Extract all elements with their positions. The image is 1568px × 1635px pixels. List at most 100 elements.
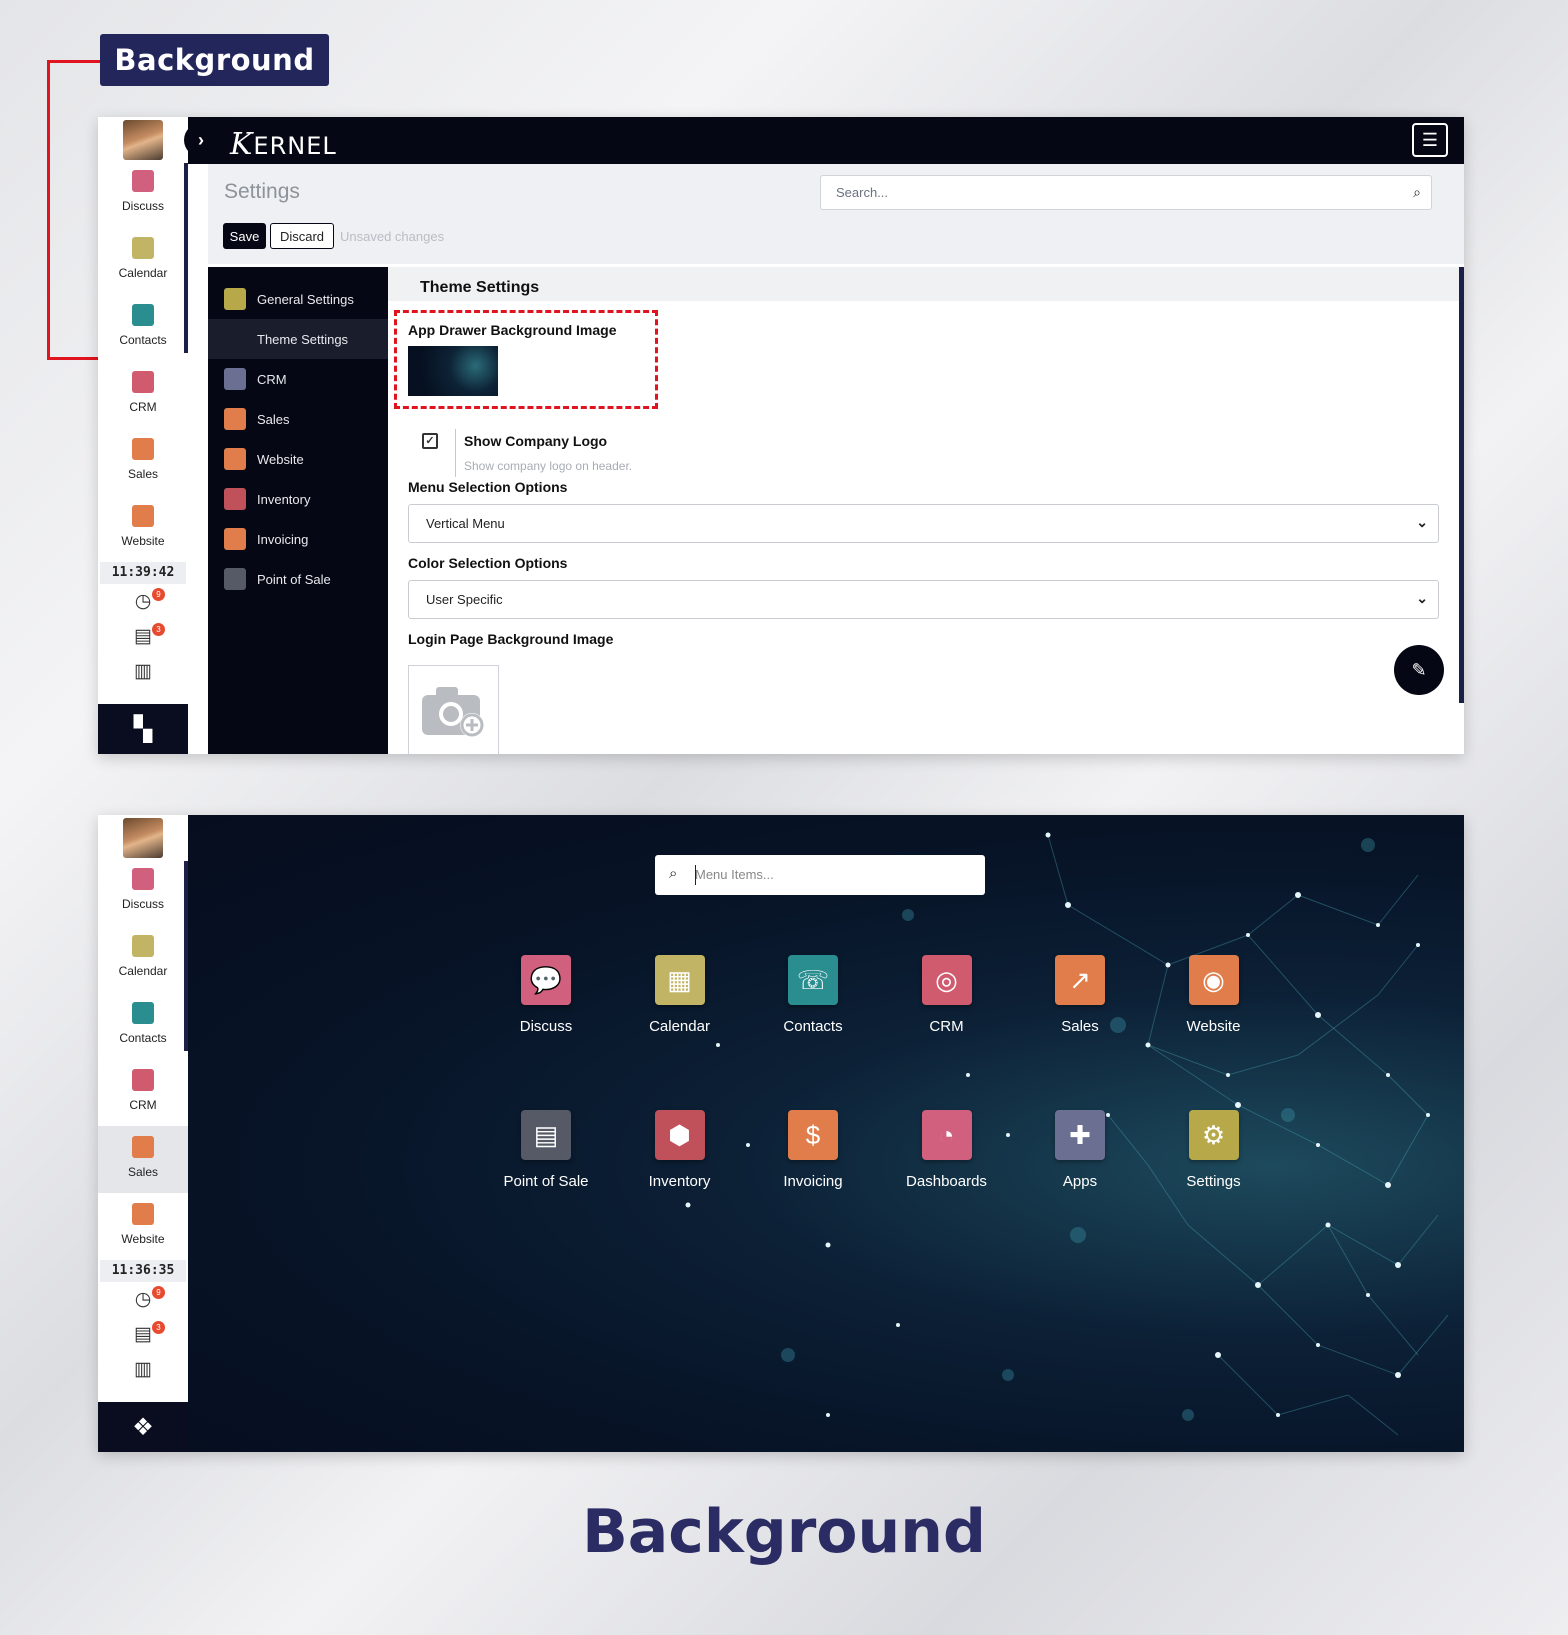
invoicing-icon [224,528,246,550]
discard-button[interactable]: Discard [270,223,334,249]
sidebar-item-website[interactable]: Website [98,1193,188,1260]
contacts-icon: ☏ [788,955,838,1005]
sidebar-item-contacts[interactable]: Contacts [98,992,188,1059]
company-switcher-button[interactable]: ▥ [98,1352,188,1387]
settings-nav-theme-settings[interactable]: Theme Settings [208,319,388,359]
settings-nav-sales[interactable]: Sales [208,399,388,439]
show-logo-checkbox[interactable]: ✓ [422,433,438,449]
app-drawer-button[interactable]: ❖ [98,1402,188,1452]
app-tile-crm[interactable]: ◎ CRM [882,955,1012,1035]
settings-nav-invoicing[interactable]: Invoicing [208,519,388,559]
app-tile-website[interactable]: ◉ Website [1149,955,1279,1035]
sidebar-item-label: Sales [127,1165,159,1179]
crm-icon: ◎ [921,955,972,1005]
sidebar-item-crm[interactable]: CRM [98,361,188,428]
clock-icon: ◷ [134,591,152,612]
app-drawer-bg-image[interactable] [408,346,498,396]
menu-selection-select[interactable]: Vertical Menu ⌄ [408,504,1439,543]
sidebar-item-contacts[interactable]: Contacts [98,294,188,361]
calendar-icon [132,237,154,259]
dashboards-icon: ◔ [921,1110,972,1160]
chevron-down-icon: ⌄ [1416,514,1428,530]
login-bg-upload[interactable] [408,665,499,754]
sidebar-item-discuss[interactable]: Discuss [98,160,188,227]
app-tile-contacts[interactable]: ☏ Contacts [748,955,878,1035]
settings-nav-website[interactable]: Website [208,439,388,479]
sliders-icon: ☰ [1421,129,1439,150]
sidebar-item-calendar[interactable]: Calendar [98,227,188,294]
inventory-icon: ⬢ [654,1110,705,1160]
sidebar-item-crm[interactable]: CRM [98,1059,188,1126]
sidebar-item-calendar[interactable]: Calendar [98,925,188,992]
app-tile-point-of-sale[interactable]: ▤ Point of Sale [481,1110,611,1190]
app-tile-apps[interactable]: ✚ Apps [1015,1110,1145,1190]
sidebar-item-label: CRM [129,400,157,414]
sidebar-item-sales[interactable]: Sales [98,1126,188,1193]
company-logo[interactable]: KERNEL [230,127,337,162]
app-tile-label: Calendar [649,1018,710,1035]
chat-icon: ▤ [134,626,152,647]
menu-selection-label: Menu Selection Options [408,479,568,495]
website-icon [132,505,154,527]
save-button[interactable]: Save [223,223,266,249]
settings-nav-crm[interactable]: CRM [208,359,388,399]
quick-create-button[interactable]: ✎ [1394,645,1444,695]
settings-nav-label: General Settings [257,291,354,307]
app-tile-calendar[interactable]: ▦ Calendar [615,955,745,1035]
clock-icon: ◷ [134,1289,152,1310]
apps-puzzle-icon: ✚ [1055,1110,1105,1160]
app-tile-settings[interactable]: ⚙ Settings [1149,1110,1279,1190]
settings-nav-point-of-sale[interactable]: Point of Sale [208,559,388,599]
app-tile-label: Website [1186,1018,1241,1035]
handshake-icon [224,368,246,390]
sidebar-toggle-button[interactable]: › [184,123,218,157]
sales-icon: ↗ [1055,955,1105,1005]
top-navbar: › KERNEL ☰ [184,117,1464,164]
messages-badge: 3 [152,623,165,636]
settings-nav-label: Point of Sale [257,571,331,587]
sidebar-item-label: Calendar [118,964,168,978]
app-tile-invoicing[interactable]: $ Invoicing [748,1110,878,1190]
building-icon: ▥ [134,661,152,682]
app-tile-label: Discuss [519,1018,573,1035]
app-tile-label: Inventory [648,1173,711,1190]
activity-button[interactable]: ◷ 9 [98,1282,188,1317]
theme-icon [224,328,246,350]
invoicing-icon: $ [788,1110,838,1160]
sidebar-item-discuss[interactable]: Discuss [98,858,188,925]
avatar[interactable] [123,120,163,160]
chevron-right-icon: › [198,129,204,150]
website-icon [132,1203,154,1225]
sidebar-item-label: Website [121,1232,165,1246]
sidebar-item-website[interactable]: Website [98,495,188,562]
messages-button[interactable]: ▤ 3 [98,1317,188,1352]
app-tile-inventory[interactable]: ⬢ Inventory [615,1110,745,1190]
sidebar-item-label: Website [121,534,165,548]
messages-badge: 3 [152,1321,165,1334]
app-drawer-button[interactable]: ▚ [98,704,188,754]
avatar[interactable] [123,818,163,858]
settings-nav-label: Theme Settings [257,331,349,347]
sidebar-item-sales[interactable]: Sales [98,428,188,495]
theme-customizer-button[interactable]: ☰ [1412,123,1448,157]
color-selection-select[interactable]: User Specific ⌄ [408,580,1439,619]
company-switcher-button[interactable]: ▥ [98,654,188,689]
app-tile-dashboards[interactable]: ◔ Dashboards [882,1110,1012,1190]
app-sidebar: Discuss Calendar Contacts CRM Sales Website 1… [98,117,188,754]
search-input[interactable]: Search... ⌕ [820,175,1432,210]
building-icon: ▥ [134,1359,152,1380]
crm-icon [132,371,154,393]
app-tile-sales[interactable]: ↗ Sales [1015,955,1145,1035]
settings-gear-icon: ⚙ [1188,1110,1239,1160]
theme-settings-screenshot: Discuss Calendar Contacts CRM Sales Website 1… [98,117,1464,754]
website-icon [224,448,246,470]
app-tile-discuss[interactable]: 💬 Discuss [481,955,611,1035]
messages-button[interactable]: ▤ 3 [98,619,188,654]
settings-nav-label: CRM [257,371,287,387]
menu-search-input[interactable]: ⌕ Menu Items... [655,855,985,895]
settings-nav-inventory[interactable]: Inventory [208,479,388,519]
settings-nav-general-settings[interactable]: General Settings [208,279,388,319]
show-logo-label: Show Company Logo [464,433,608,449]
app-tile-label: Point of Sale [503,1173,589,1190]
activity-button[interactable]: ◷ 9 [98,584,188,619]
